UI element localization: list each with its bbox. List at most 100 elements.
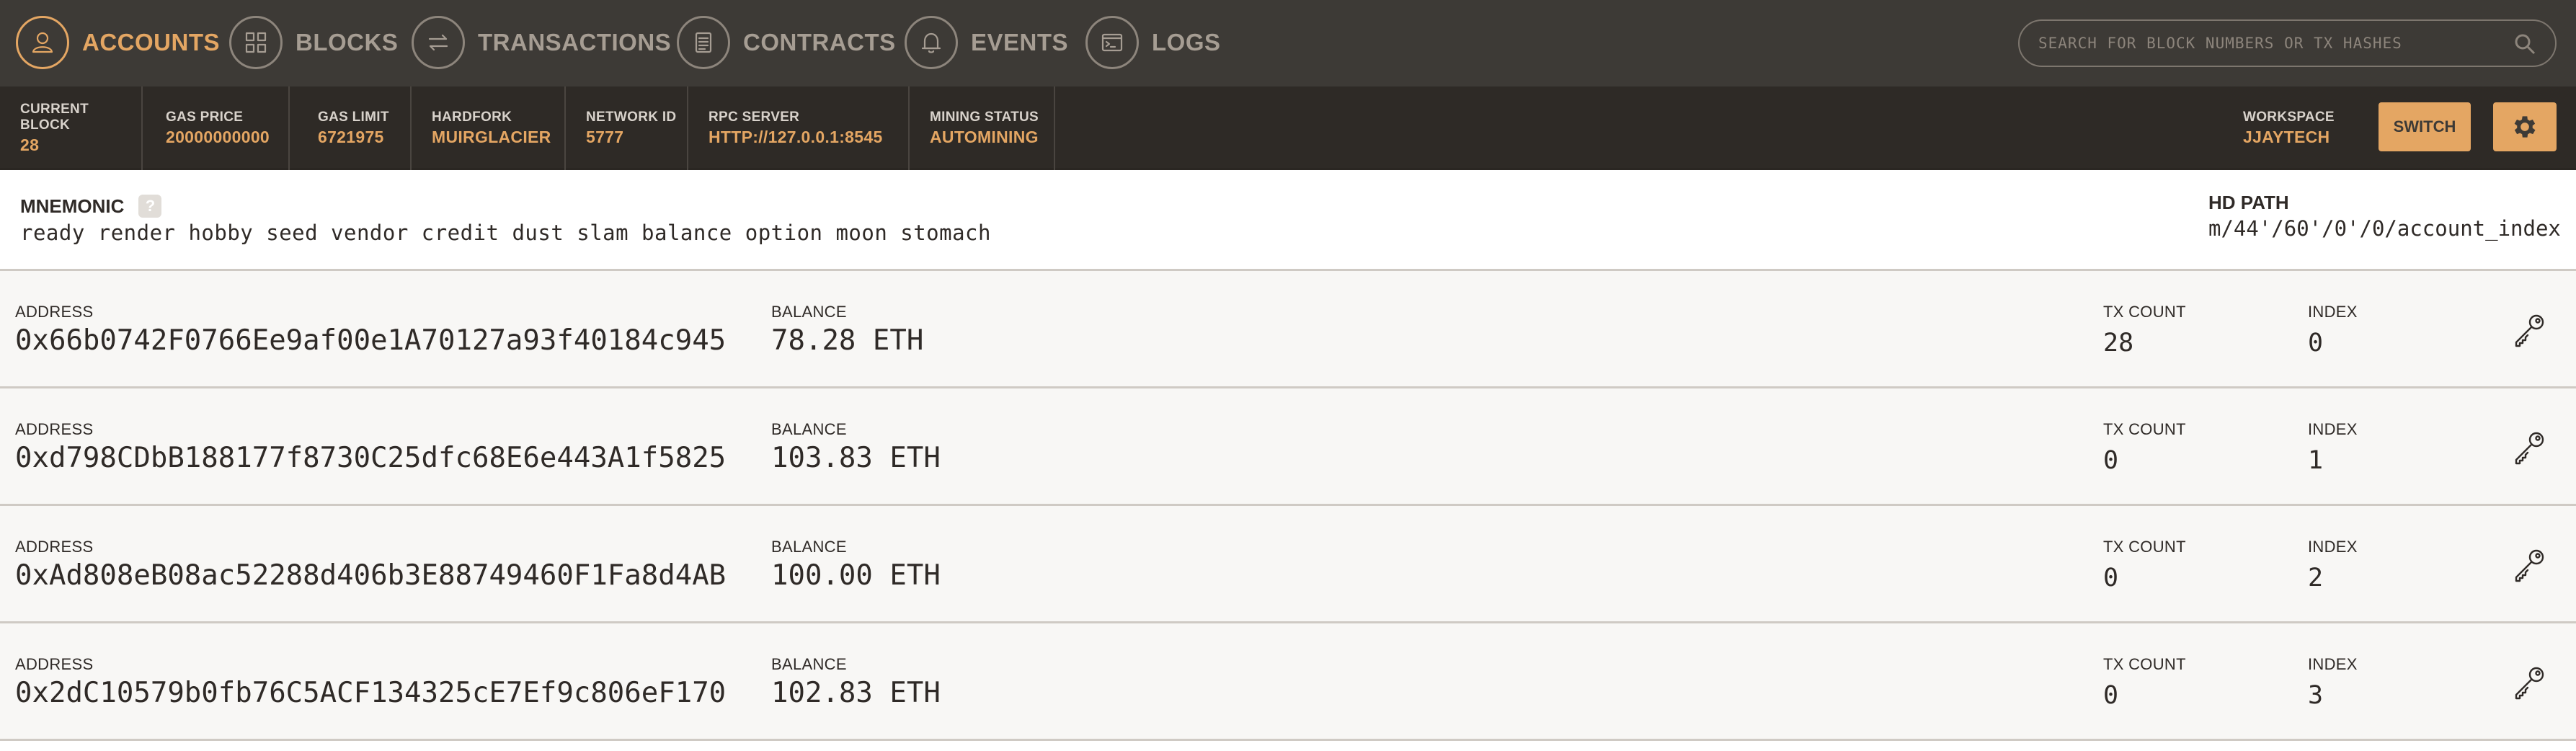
status-bar: CURRENT BLOCK 28 GAS PRICE 20000000000 G… bbox=[0, 86, 2576, 170]
index-label: INDEX bbox=[2308, 655, 2358, 673]
address-label: ADDRESS bbox=[15, 655, 94, 673]
stat-value: AUTOMINING bbox=[930, 128, 1039, 146]
nav-logs-label: LOGS bbox=[1152, 29, 1221, 55]
account-balance: 102.83 ETH bbox=[771, 677, 941, 709]
account-address: 0xAd808eB08ac52288d406b3E88749460F1Fa8d4… bbox=[15, 559, 727, 592]
account-row[interactable]: ADDRESS 0x2dC10579b0fb76C5ACF134325cE7Ef… bbox=[0, 623, 2576, 741]
key-icon bbox=[2515, 667, 2544, 700]
hd-path-label: HD PATH bbox=[2208, 192, 2289, 213]
nav-contracts[interactable]: CONTRACTS bbox=[677, 16, 896, 69]
index-label: INDEX bbox=[2308, 303, 2358, 321]
stat-gas-limit: GAS LIMIT 6721975 bbox=[298, 86, 412, 170]
balance-label: BALANCE bbox=[771, 655, 847, 673]
stat-value: 6721975 bbox=[318, 128, 384, 146]
nav-accounts[interactable]: ACCOUNTS bbox=[16, 16, 220, 69]
account-index: 2 bbox=[2308, 564, 2324, 592]
key-icon bbox=[2515, 549, 2544, 582]
tx-count-label: TX COUNT bbox=[2103, 303, 2186, 321]
stat-value: HTTP://127.0.0.1:8545 bbox=[709, 128, 883, 146]
nav-contracts-label: CONTRACTS bbox=[743, 29, 896, 55]
stat-mining-status: MINING STATUS AUTOMINING bbox=[910, 86, 1055, 170]
index-label: INDEX bbox=[2308, 538, 2358, 556]
account-index: 3 bbox=[2308, 681, 2324, 710]
nav-blocks[interactable]: BLOCKS bbox=[229, 16, 398, 69]
stat-label: CURRENT BLOCK bbox=[20, 102, 89, 133]
search-icon[interactable] bbox=[2513, 32, 2536, 55]
search-box bbox=[2018, 19, 2557, 67]
terminal-icon bbox=[1085, 16, 1139, 69]
account-row[interactable]: ADDRESS 0x66b0742F0766Ee9af00e1A70127a93… bbox=[0, 271, 2576, 388]
account-tx-count: 28 bbox=[2103, 329, 2134, 357]
account-balance: 100.00 ETH bbox=[771, 559, 941, 592]
account-index: 1 bbox=[2308, 446, 2324, 475]
search-input[interactable] bbox=[2038, 35, 2500, 52]
mnemonic-heading: MNEMONIC ? bbox=[20, 195, 162, 218]
stat-value: 28 bbox=[20, 135, 40, 154]
mnemonic-section: MNEMONIC ? ready render hobby seed vendo… bbox=[0, 170, 2576, 271]
tx-count-label: TX COUNT bbox=[2103, 655, 2186, 673]
document-icon bbox=[677, 16, 730, 69]
mnemonic-label: MNEMONIC bbox=[20, 195, 125, 217]
stat-label: RPC SERVER bbox=[709, 110, 800, 125]
stat-network-id: NETWORK ID 5777 bbox=[566, 86, 688, 170]
show-keys-button[interactable] bbox=[2507, 425, 2551, 469]
index-label: INDEX bbox=[2308, 420, 2358, 438]
nav-events[interactable]: EVENTS bbox=[905, 16, 1068, 69]
stat-current-block: CURRENT BLOCK 28 bbox=[0, 86, 143, 170]
stat-label: HARDFORK bbox=[432, 110, 512, 125]
key-icon bbox=[2515, 432, 2544, 465]
stat-label: MINING STATUS bbox=[930, 110, 1039, 125]
mnemonic-words: ready render hobby seed vendor credit du… bbox=[20, 221, 991, 245]
address-label: ADDRESS bbox=[15, 303, 94, 321]
account-row[interactable]: ADDRESS 0xAd808eB08ac52288d406b3E8874946… bbox=[0, 506, 2576, 623]
account-balance: 103.83 ETH bbox=[771, 442, 941, 474]
nav-blocks-label: BLOCKS bbox=[296, 29, 399, 55]
stat-label: GAS PRICE bbox=[166, 110, 244, 125]
account-tx-count: 0 bbox=[2103, 681, 2119, 710]
address-label: ADDRESS bbox=[15, 538, 94, 556]
tx-count-label: TX COUNT bbox=[2103, 420, 2186, 438]
account-index: 0 bbox=[2308, 329, 2324, 357]
balance-label: BALANCE bbox=[771, 538, 847, 556]
nav-accounts-label: ACCOUNTS bbox=[82, 29, 220, 55]
top-navigation: ACCOUNTS BLOCKS TRANSACTIONS CONTRACTS E… bbox=[0, 0, 2576, 86]
account-tx-count: 0 bbox=[2103, 446, 2119, 475]
hd-path-value: m/44'/60'/0'/0/account_index bbox=[2208, 216, 2561, 241]
gear-icon bbox=[2514, 116, 2536, 138]
stat-hardfork: HARDFORK MUIRGLACIER bbox=[412, 86, 566, 170]
stat-rpc-server: RPC SERVER HTTP://127.0.0.1:8545 bbox=[688, 86, 910, 170]
nav-events-label: EVENTS bbox=[971, 29, 1069, 55]
stat-label: NETWORK ID bbox=[586, 110, 677, 125]
key-icon bbox=[2515, 314, 2544, 347]
balance-label: BALANCE bbox=[771, 420, 847, 438]
show-keys-button[interactable] bbox=[2507, 307, 2551, 352]
account-address: 0x2dC10579b0fb76C5ACF134325cE7Ef9c806eF1… bbox=[15, 677, 727, 709]
account-row[interactable]: ADDRESS 0xd798CDbB188177f8730C25dfc68E6e… bbox=[0, 388, 2576, 506]
show-keys-button[interactable] bbox=[2507, 659, 2551, 704]
show-keys-button[interactable] bbox=[2507, 542, 2551, 587]
stat-value: MUIRGLACIER bbox=[432, 128, 551, 146]
workspace-label: WORKSPACE bbox=[2243, 110, 2335, 125]
stat-value: 20000000000 bbox=[166, 128, 270, 146]
accounts-list: ADDRESS 0x66b0742F0766Ee9af00e1A70127a93… bbox=[0, 271, 2576, 741]
workspace-name: JJAYTECH bbox=[2243, 128, 2330, 146]
workspace-info: WORKSPACE JJAYTECH bbox=[2243, 86, 2335, 170]
nav-transactions[interactable]: TRANSACTIONS bbox=[412, 16, 671, 69]
tx-count-label: TX COUNT bbox=[2103, 538, 2186, 556]
nav-logs[interactable]: LOGS bbox=[1085, 16, 1221, 69]
balance-label: BALANCE bbox=[771, 303, 847, 321]
bell-icon bbox=[905, 16, 958, 69]
account-address: 0xd798CDbB188177f8730C25dfc68E6e443A1f58… bbox=[15, 442, 727, 474]
nav-transactions-label: TRANSACTIONS bbox=[478, 29, 672, 55]
account-tx-count: 0 bbox=[2103, 564, 2119, 592]
grid-icon bbox=[229, 16, 283, 69]
switch-workspace-button[interactable]: SWITCH bbox=[2379, 102, 2471, 151]
address-label: ADDRESS bbox=[15, 420, 94, 438]
user-icon bbox=[16, 16, 69, 69]
stat-label: GAS LIMIT bbox=[318, 110, 389, 125]
settings-button[interactable] bbox=[2493, 102, 2557, 151]
account-balance: 78.28 ETH bbox=[771, 324, 924, 357]
account-address: 0x66b0742F0766Ee9af00e1A70127a93f40184c9… bbox=[15, 324, 727, 357]
stat-value: 5777 bbox=[586, 128, 624, 146]
help-icon[interactable]: ? bbox=[138, 195, 162, 218]
